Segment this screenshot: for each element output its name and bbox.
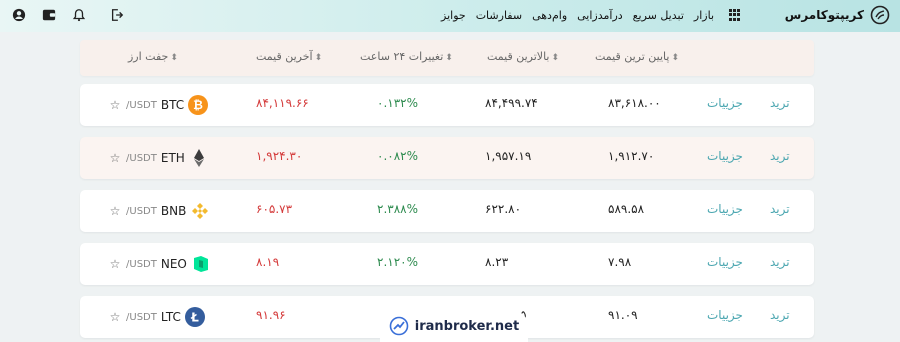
low-price: ۹۱.۰۹ [608, 308, 638, 322]
watermark: iranbroker.net [380, 310, 528, 342]
coin-symbol: BNB [160, 204, 187, 218]
menu-item-rewards[interactable]: جوایز [441, 9, 466, 22]
header-last-price[interactable]: ⬍آخرین قیمت [256, 50, 322, 63]
last-price: ۶۰۵.۷۳ [256, 202, 293, 216]
apps-grid-icon[interactable] [728, 9, 740, 21]
star-icon[interactable]: ☆ [108, 257, 122, 271]
menu-item-orders[interactable]: سفارشات [476, 9, 522, 22]
menu-item-market[interactable]: بازار [694, 9, 714, 22]
logout-icon[interactable] [108, 6, 126, 24]
star-icon[interactable]: ☆ [108, 310, 122, 324]
high-price: ۶۲۲.۸۰ [485, 202, 522, 216]
quote-currency: /USDT [126, 258, 157, 270]
top-navbar: بازار تبدیل سریع درآمدزایی وام‌دهی سفارش… [0, 0, 900, 32]
last-price: ۱,۹۲۴.۳۰ [256, 149, 303, 163]
table-row[interactable]: ☆ /USDT NEO ۸.۱۹ ۲.۱۲۰% ۸.۲۳ ۷.۹۸ جزییات… [80, 243, 814, 285]
coin-symbol: ETH [160, 151, 185, 165]
trade-link[interactable]: ترید [770, 308, 790, 322]
bell-icon[interactable] [70, 6, 88, 24]
market-table: ⬍جفت ارز ⬍آخرین قیمت ⬍تغییرات ۲۴ ساعت ⬍ب… [80, 40, 814, 340]
pair-cell: ☆ /USDT BTC ₿ [108, 94, 209, 116]
brand[interactable]: کریپتوکامرس [785, 4, 890, 26]
change-24h: ۲.۱۲۰% [377, 255, 418, 269]
last-price: ۹۱.۹۶ [256, 308, 286, 322]
low-price: ۷.۹۸ [608, 255, 632, 269]
pair-cell: ☆ /USDT NEO [108, 253, 211, 275]
change-24h: ۰.۱۳۲% [377, 96, 418, 110]
coin-symbol: NEO [160, 257, 187, 271]
quote-currency: /USDT [126, 152, 157, 164]
details-link[interactable]: جزییات [707, 96, 743, 110]
trade-link[interactable]: ترید [770, 96, 790, 110]
table-row[interactable]: ☆ /USDT BTC ₿ ۸۴,۱۱۹.۶۶ ۰.۱۳۲% ۸۴,۴۹۹.۷۴… [80, 84, 814, 126]
coin-symbol: BTC [160, 98, 185, 112]
pair-cell: ☆ /USDT ETH [108, 147, 209, 169]
star-icon[interactable]: ☆ [108, 151, 122, 165]
brand-logo-icon [870, 5, 890, 25]
toolbar-icons [10, 3, 126, 27]
details-link[interactable]: جزییات [707, 149, 743, 163]
details-link[interactable]: جزییات [707, 255, 743, 269]
brand-name: کریپتوکامرس [784, 8, 864, 22]
low-price: ۵۸۹.۵۸ [608, 202, 645, 216]
pair-cell: ☆ /USDT LTC Ł [108, 306, 205, 328]
last-price: ۸.۱۹ [256, 255, 280, 269]
quote-currency: /USDT [126, 205, 157, 217]
quote-currency: /USDT [126, 311, 157, 323]
last-price: ۸۴,۱۱۹.۶۶ [256, 96, 309, 110]
star-icon[interactable]: ☆ [108, 98, 122, 112]
details-link[interactable]: جزییات [707, 308, 743, 322]
menu-item-lending[interactable]: وام‌دهی [532, 9, 567, 22]
details-link[interactable]: جزییات [707, 202, 743, 216]
header-change-24h[interactable]: ⬍تغییرات ۲۴ ساعت [360, 50, 453, 63]
eth-icon [189, 148, 209, 168]
main-menu: بازار تبدیل سریع درآمدزایی وام‌دهی سفارش… [441, 4, 740, 26]
table-header: ⬍جفت ارز ⬍آخرین قیمت ⬍تغییرات ۲۴ ساعت ⬍ب… [80, 40, 814, 76]
header-high[interactable]: ⬍بالاترین قیمت [487, 50, 559, 63]
low-price: ۸۳,۶۱۸.۰۰ [608, 96, 661, 110]
ltc-icon: Ł [184, 307, 205, 327]
header-pair[interactable]: ⬍جفت ارز [128, 50, 178, 63]
watermark-text: iranbroker.net [414, 318, 520, 334]
pair-cell: ☆ /USDT BNB [108, 200, 210, 222]
trade-link[interactable]: ترید [770, 255, 790, 269]
high-price: ۱,۹۵۷.۱۹ [485, 149, 532, 163]
change-24h: ۲.۳۸۸% [377, 202, 418, 216]
header-low[interactable]: ⬍پایین ترین قیمت [595, 50, 679, 63]
change-24h: ۰.۰۸۲% [377, 149, 418, 163]
btc-icon: ₿ [188, 95, 209, 115]
table-row[interactable]: ☆ /USDT ETH ۱,۹۲۴.۳۰ ۰.۰۸۲% ۱,۹۵۷.۱۹ ۱,۹… [80, 137, 814, 179]
trade-link[interactable]: ترید [770, 202, 790, 216]
low-price: ۱,۹۱۲.۷۰ [608, 149, 655, 163]
high-price: ۸.۲۳ [485, 255, 509, 269]
bnb-icon [190, 201, 210, 221]
menu-item-quick-convert[interactable]: تبدیل سریع [633, 9, 684, 22]
high-price: ۸۴,۴۹۹.۷۴ [485, 96, 538, 110]
menu-item-earn[interactable]: درآمدزایی [577, 9, 623, 22]
quote-currency: /USDT [126, 99, 157, 111]
chart-logo-icon [389, 316, 409, 336]
user-icon[interactable] [10, 6, 28, 24]
star-icon[interactable]: ☆ [108, 204, 122, 218]
svg-text:Ł: Ł [190, 311, 199, 325]
table-row[interactable]: ☆ /USDT BNB ۶۰۵.۷۳ ۲.۳۸۸% ۶۲۲.۸۰ ۵۸۹.۵۸ … [80, 190, 814, 232]
trade-link[interactable]: ترید [770, 149, 790, 163]
coin-symbol: LTC [160, 310, 181, 324]
neo-icon [191, 254, 211, 274]
wallet-icon[interactable] [40, 6, 58, 24]
svg-text:₿: ₿ [193, 98, 203, 112]
